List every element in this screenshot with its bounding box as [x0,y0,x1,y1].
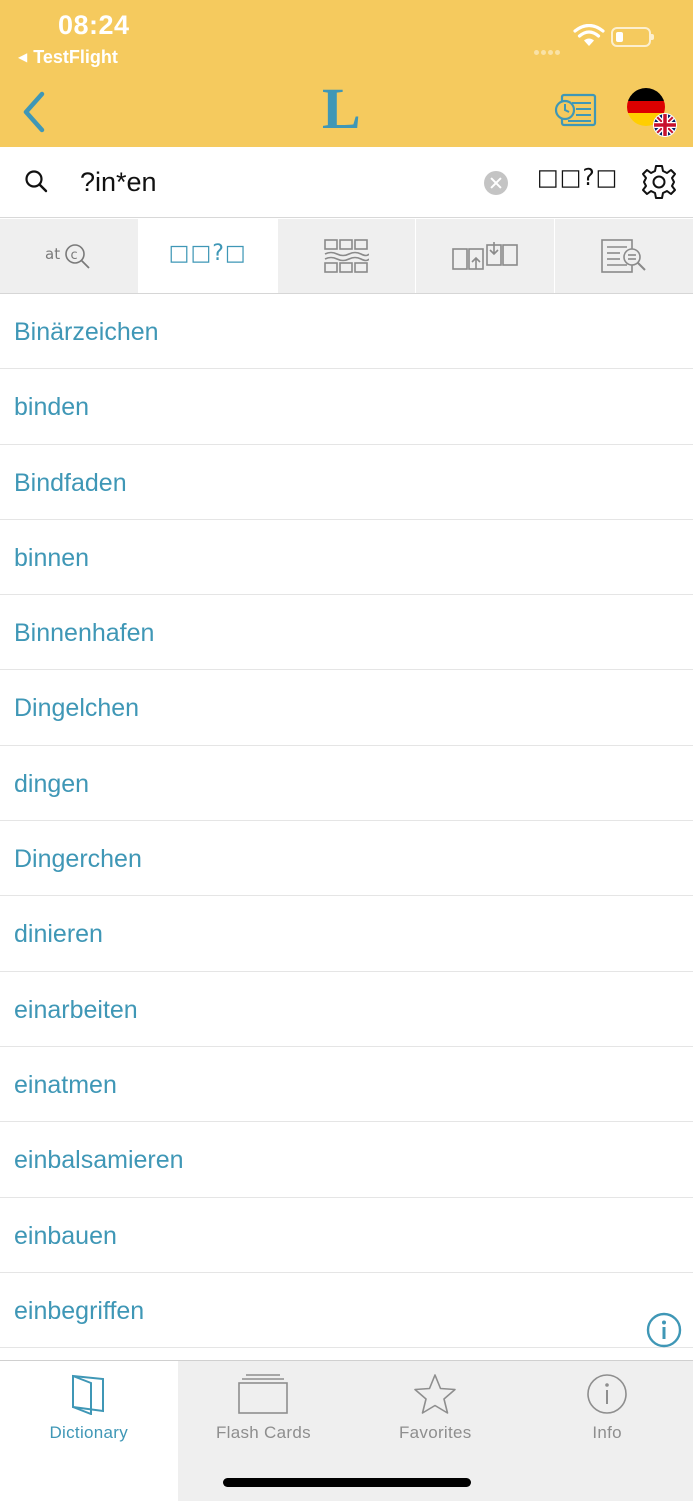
result-word: einbalsamieren [14,1146,184,1175]
cellular-signal-icon [534,42,562,60]
star-icon [414,1374,457,1414]
result-word: einbegriffen [14,1296,145,1325]
search-mode-button[interactable]: □□?□ [537,165,618,191]
result-row[interactable]: einbegriffen [0,1273,693,1349]
abc-search-icon: at c [45,244,90,269]
result-word: Bindfaden [14,468,127,497]
back-triangle-icon: ◀ [18,50,28,64]
tab-spelling-search[interactable]: at c [0,219,139,293]
battery-icon [611,27,654,47]
app-header: 08:24 ◀ TestFlight L [0,0,693,148]
result-row[interactable]: Binärzeichen [0,294,693,370]
history-icon[interactable] [552,90,598,130]
flash-cards-icon [238,1374,289,1414]
wifi-icon [573,24,605,46]
result-row[interactable]: einbauen [0,1198,693,1273]
svg-text:c: c [70,248,77,263]
tab-info[interactable]: Info [521,1361,693,1501]
back-app-label: TestFlight [33,47,118,67]
tab-wildcard-label: □□?□ [168,241,247,266]
result-word: dinieren [14,920,103,949]
document-search-icon [601,239,646,273]
result-word: einarbeiten [14,995,138,1024]
result-row[interactable]: dinieren [0,896,693,972]
result-word: Binärzeichen [14,318,159,346]
result-row[interactable]: einarbeiten [0,972,693,1047]
results-list: Binärzeichen binden Bindfaden binnen Binnenh… [0,294,693,1360]
back-chevron-icon[interactable] [18,90,48,134]
result-word: Dingerchen [14,845,142,874]
tab-info-label: Info [592,1423,622,1442]
info-icon [587,1374,627,1414]
result-row[interactable]: binnen [0,520,693,596]
tab-anagram-search[interactable] [416,219,556,293]
result-row[interactable]: dingen [0,746,693,822]
result-row[interactable]: Dingerchen [0,821,693,897]
result-row[interactable]: Bindfaden [0,445,693,520]
tab-wildcard-search[interactable]: □□?□ [138,219,278,293]
search-input[interactable] [80,159,470,205]
langenscheidt-logo: L [322,76,361,141]
swap-icon [452,242,519,270]
search-type-tabs: at c □□?□ [0,219,693,294]
dictionary-book-icon [71,1374,104,1415]
result-row[interactable]: Binnenhafen [0,595,693,671]
result-word: Binnenhafen [14,619,155,648]
result-row[interactable]: einbalsamieren [0,1122,693,1198]
tab-flash-cards-label: Flash Cards [215,1423,311,1442]
status-time: 08:24 [58,10,130,40]
tab-favorites-label: Favorites [398,1423,472,1442]
result-row[interactable]: Dingelchen [0,670,693,746]
home-indicator[interactable] [223,1478,471,1487]
clear-search-button[interactable] [484,171,508,195]
grid-icon [324,239,370,273]
result-word: binden [14,393,90,422]
info-circle-icon[interactable] [646,1312,682,1348]
search-icon [25,170,48,193]
settings-gear-icon[interactable] [640,163,678,201]
result-word: einatmen [14,1070,117,1099]
tab-dictionary-label: Dictionary [49,1423,129,1442]
svg-text:at: at [45,245,60,263]
result-row[interactable]: binden [0,369,693,445]
result-word: binnen [14,543,90,572]
back-to-app-link[interactable]: ◀ TestFlight [18,47,118,68]
result-word: Dingelchen [14,694,140,723]
tab-crossword-search[interactable] [278,219,417,293]
language-flag-icon[interactable] [624,86,680,138]
tab-fulltext-search[interactable] [555,219,693,293]
result-word: dingen [14,769,90,798]
result-row[interactable]: einatmen [0,1047,693,1123]
result-word: einbauen [14,1221,117,1250]
tab-dictionary[interactable]: Dictionary [0,1361,178,1501]
